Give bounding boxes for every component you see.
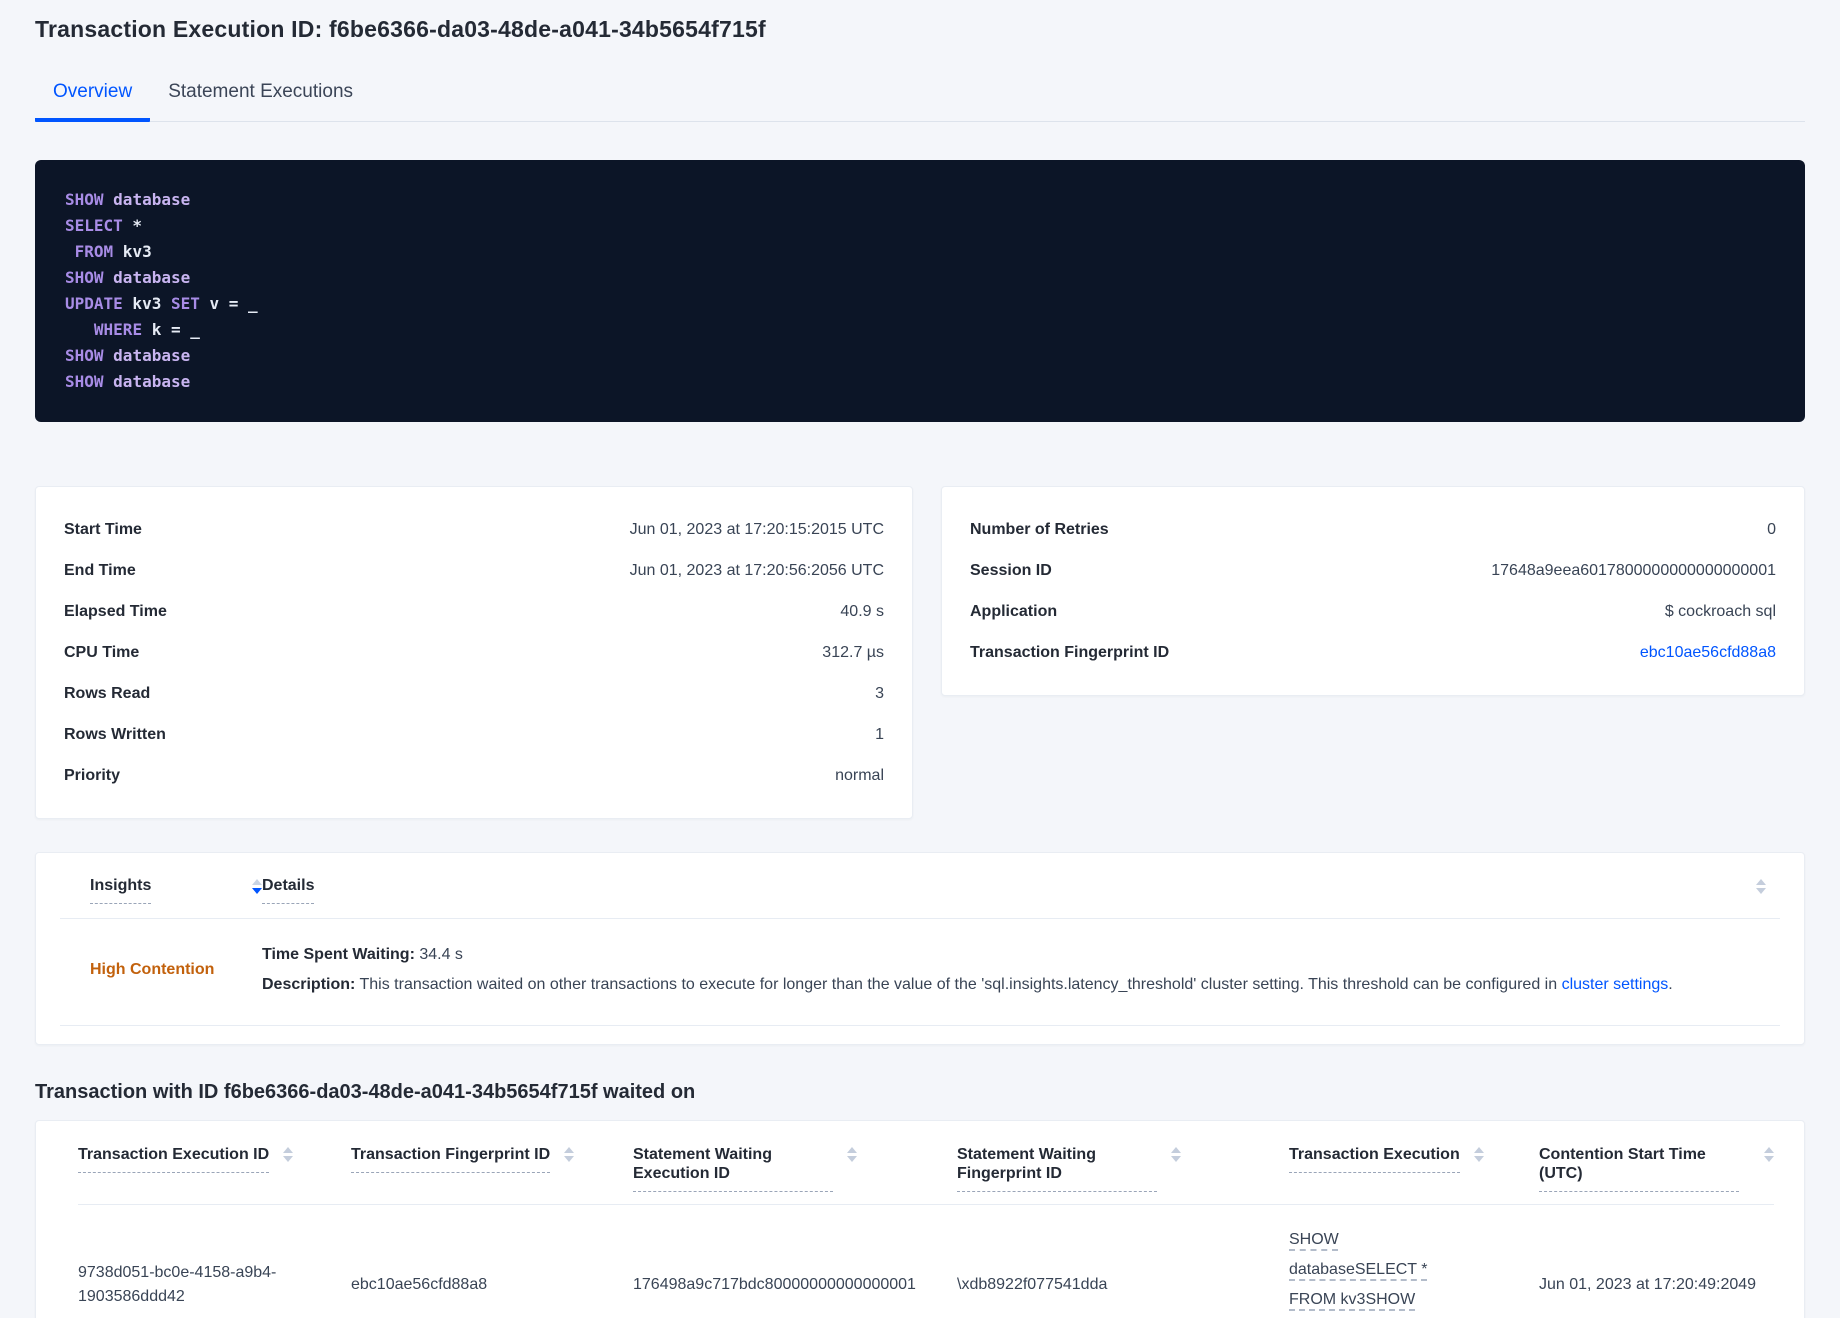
- high-contention-badge: High Contention: [90, 961, 215, 978]
- summary-row-number-of-retries: Number of Retries 0: [970, 521, 1776, 538]
- sql-code-line: SHOW database: [65, 268, 191, 287]
- page-title: Transaction Execution ID: f6be6366-da03-…: [35, 16, 766, 42]
- session-info-card: Number of Retries 0 Session ID 17648a9ee…: [941, 486, 1805, 696]
- sql-code-line: SELECT *: [65, 216, 143, 235]
- waited-on-heading: Transaction with ID f6be6366-da03-48de-a…: [35, 1081, 696, 1103]
- sql-code-line: SHOW database: [65, 346, 191, 365]
- summary-row-elapsed-time: Elapsed Time 40.9 s: [64, 603, 884, 620]
- summary-row-rows-read: Rows Read 3: [64, 685, 884, 702]
- insight-row-high-contention: High Contention Time Spent Waiting: 34.4…: [60, 919, 1780, 1026]
- transaction-details-page: Transaction Execution ID: f6be6366-da03-…: [0, 0, 1840, 1318]
- transaction-sql-statements: SHOW database SELECT * FROM kv3 SHOW datab…: [35, 160, 1805, 422]
- sort-icon[interactable]: [1473, 1147, 1484, 1162]
- summary-row-rows-written: Rows Written 1: [64, 726, 884, 743]
- column-header-statement-waiting-fingerprint-id[interactable]: Statement Waiting Fingerprint ID: [957, 1145, 1289, 1192]
- cell-transaction-fingerprint-id: ebc10ae56cfd88a8: [351, 1276, 488, 1293]
- summary-row-application: Application $ cockroach sql: [970, 603, 1776, 620]
- waited-on-table-header: Transaction Execution ID Transaction Fin…: [78, 1145, 1774, 1205]
- cell-statement-waiting-fingerprint-id: \xdb8922f077541dda: [957, 1276, 1108, 1293]
- column-header-statement-waiting-execution-id[interactable]: Statement Waiting Execution ID: [633, 1145, 957, 1192]
- tab-bar: Overview Statement Executions: [35, 73, 1805, 122]
- sort-icon-details[interactable]: [1756, 879, 1766, 894]
- column-header-transaction-fingerprint-id[interactable]: Transaction Fingerprint ID: [351, 1145, 633, 1192]
- column-header-transaction-execution[interactable]: Transaction Execution: [1289, 1145, 1539, 1192]
- sort-icon[interactable]: [283, 1147, 294, 1162]
- column-header-transaction-execution-id[interactable]: Transaction Execution ID: [78, 1145, 351, 1192]
- cell-statement-waiting-execution-id: 176498a9c717bdc80000000000000001: [633, 1276, 916, 1293]
- sort-icon[interactable]: [847, 1147, 857, 1162]
- tab-overview[interactable]: Overview: [35, 73, 151, 122]
- summary-cards: Start Time Jun 01, 2023 at 17:20:15:2015…: [35, 486, 1805, 819]
- summary-row-cpu-time: CPU Time 312.7 µs: [64, 644, 884, 661]
- column-header-contention-start-time[interactable]: Contention Start Time (UTC): [1539, 1145, 1774, 1192]
- sort-icon[interactable]: [1171, 1147, 1181, 1162]
- summary-row-session-id: Session ID 17648a9eea6017800000000000000…: [970, 562, 1776, 579]
- transaction-execution-link[interactable]: SHOW databaseSELECT * FROM kv3SHOW datab…: [1289, 1225, 1467, 1318]
- execution-times-card: Start Time Jun 01, 2023 at 17:20:15:2015…: [35, 486, 913, 819]
- summary-row-start-time: Start Time Jun 01, 2023 at 17:20:15:2015…: [64, 521, 884, 538]
- time-spent-waiting-line: Time Spent Waiting: 34.4 s: [262, 946, 463, 963]
- waited-on-table-card: Transaction Execution ID Transaction Fin…: [35, 1120, 1805, 1318]
- insights-table-card: Insights Details High Contention Time Sp…: [35, 852, 1805, 1045]
- cell-contention-start-time: Jun 01, 2023 at 17:20:49:2049: [1539, 1276, 1757, 1293]
- column-header-details[interactable]: Details: [262, 877, 315, 904]
- waited-on-table-row: 9738d051-bc0e-4158-a9b4-1903586ddd42 ebc…: [78, 1205, 1774, 1318]
- sql-code-line: SHOW database: [65, 372, 191, 391]
- cell-transaction-execution: SHOW databaseSELECT * FROM kv3SHOW datab…: [1289, 1225, 1539, 1318]
- sql-code-line: WHERE k = _: [93, 320, 200, 339]
- summary-row-end-time: End Time Jun 01, 2023 at 17:20:56:2056 U…: [64, 562, 884, 579]
- sql-code-line: SHOW database: [65, 190, 191, 209]
- sort-icon-insights[interactable]: [252, 879, 262, 894]
- sql-code-line: FROM kv3: [74, 242, 152, 261]
- insight-description-line: Description: This transaction waited on …: [262, 976, 1673, 993]
- insights-table-header: Insights Details: [60, 875, 1780, 919]
- cell-transaction-execution-id: 9738d051-bc0e-4158-a9b4-1903586ddd42: [78, 1264, 277, 1305]
- summary-row-priority: Priority normal: [64, 767, 884, 784]
- sort-icon[interactable]: [564, 1147, 575, 1162]
- sort-icon[interactable]: [1764, 1147, 1774, 1162]
- summary-row-transaction-fingerprint-id: Transaction Fingerprint ID ebc10ae56cfd8…: [970, 642, 1776, 663]
- sql-code-line: UPDATE kv3 SET v = _: [65, 294, 258, 313]
- transaction-fingerprint-id-link[interactable]: ebc10ae56cfd88a8: [1640, 642, 1776, 663]
- column-header-insights[interactable]: Insights: [90, 877, 262, 904]
- cluster-settings-link[interactable]: cluster settings: [1562, 976, 1669, 993]
- tab-statement-executions[interactable]: Statement Executions: [150, 73, 371, 122]
